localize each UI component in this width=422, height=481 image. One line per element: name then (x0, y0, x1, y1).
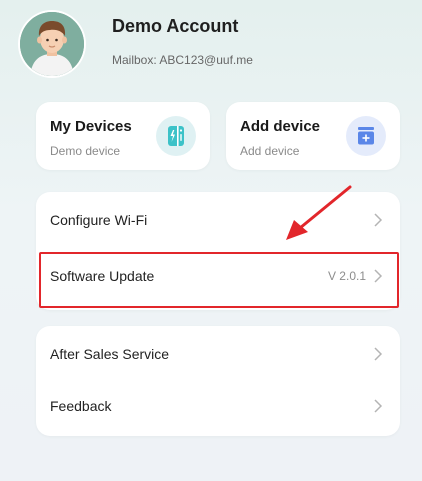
feedback-row[interactable]: Feedback (36, 382, 400, 432)
avatar[interactable] (20, 12, 84, 76)
highlight-box (39, 252, 399, 308)
add-device-card[interactable]: Add device Add device (226, 102, 400, 170)
feedback-label: Feedback (50, 398, 112, 414)
avatar-illustration (20, 12, 84, 76)
after-sales-label: After Sales Service (50, 346, 170, 362)
chevron-right-icon (374, 347, 383, 361)
configure-wifi-label: Configure Wi-Fi (50, 212, 148, 228)
annotation-arrow-icon (286, 185, 352, 240)
after-sales-row[interactable]: After Sales Service (36, 330, 400, 380)
add-device-subtitle: Add device (240, 144, 300, 158)
my-devices-title: My Devices (50, 118, 132, 135)
my-devices-subtitle: Demo device (50, 144, 121, 158)
profile-header: Demo Account Mailbox: ABC123@uuf.me (0, 0, 422, 80)
account-mailbox: Mailbox: ABC123@uuf.me (112, 53, 253, 67)
account-name: Demo Account (112, 16, 239, 36)
add-device-title: Add device (240, 118, 321, 135)
chevron-right-icon (374, 213, 383, 227)
my-devices-card[interactable]: My Devices Demo device (36, 102, 210, 170)
support-card: After Sales Service Feedback (36, 326, 400, 436)
chevron-right-icon (374, 399, 383, 413)
device-remote-icon (156, 116, 196, 156)
add-device-icon (346, 116, 386, 156)
